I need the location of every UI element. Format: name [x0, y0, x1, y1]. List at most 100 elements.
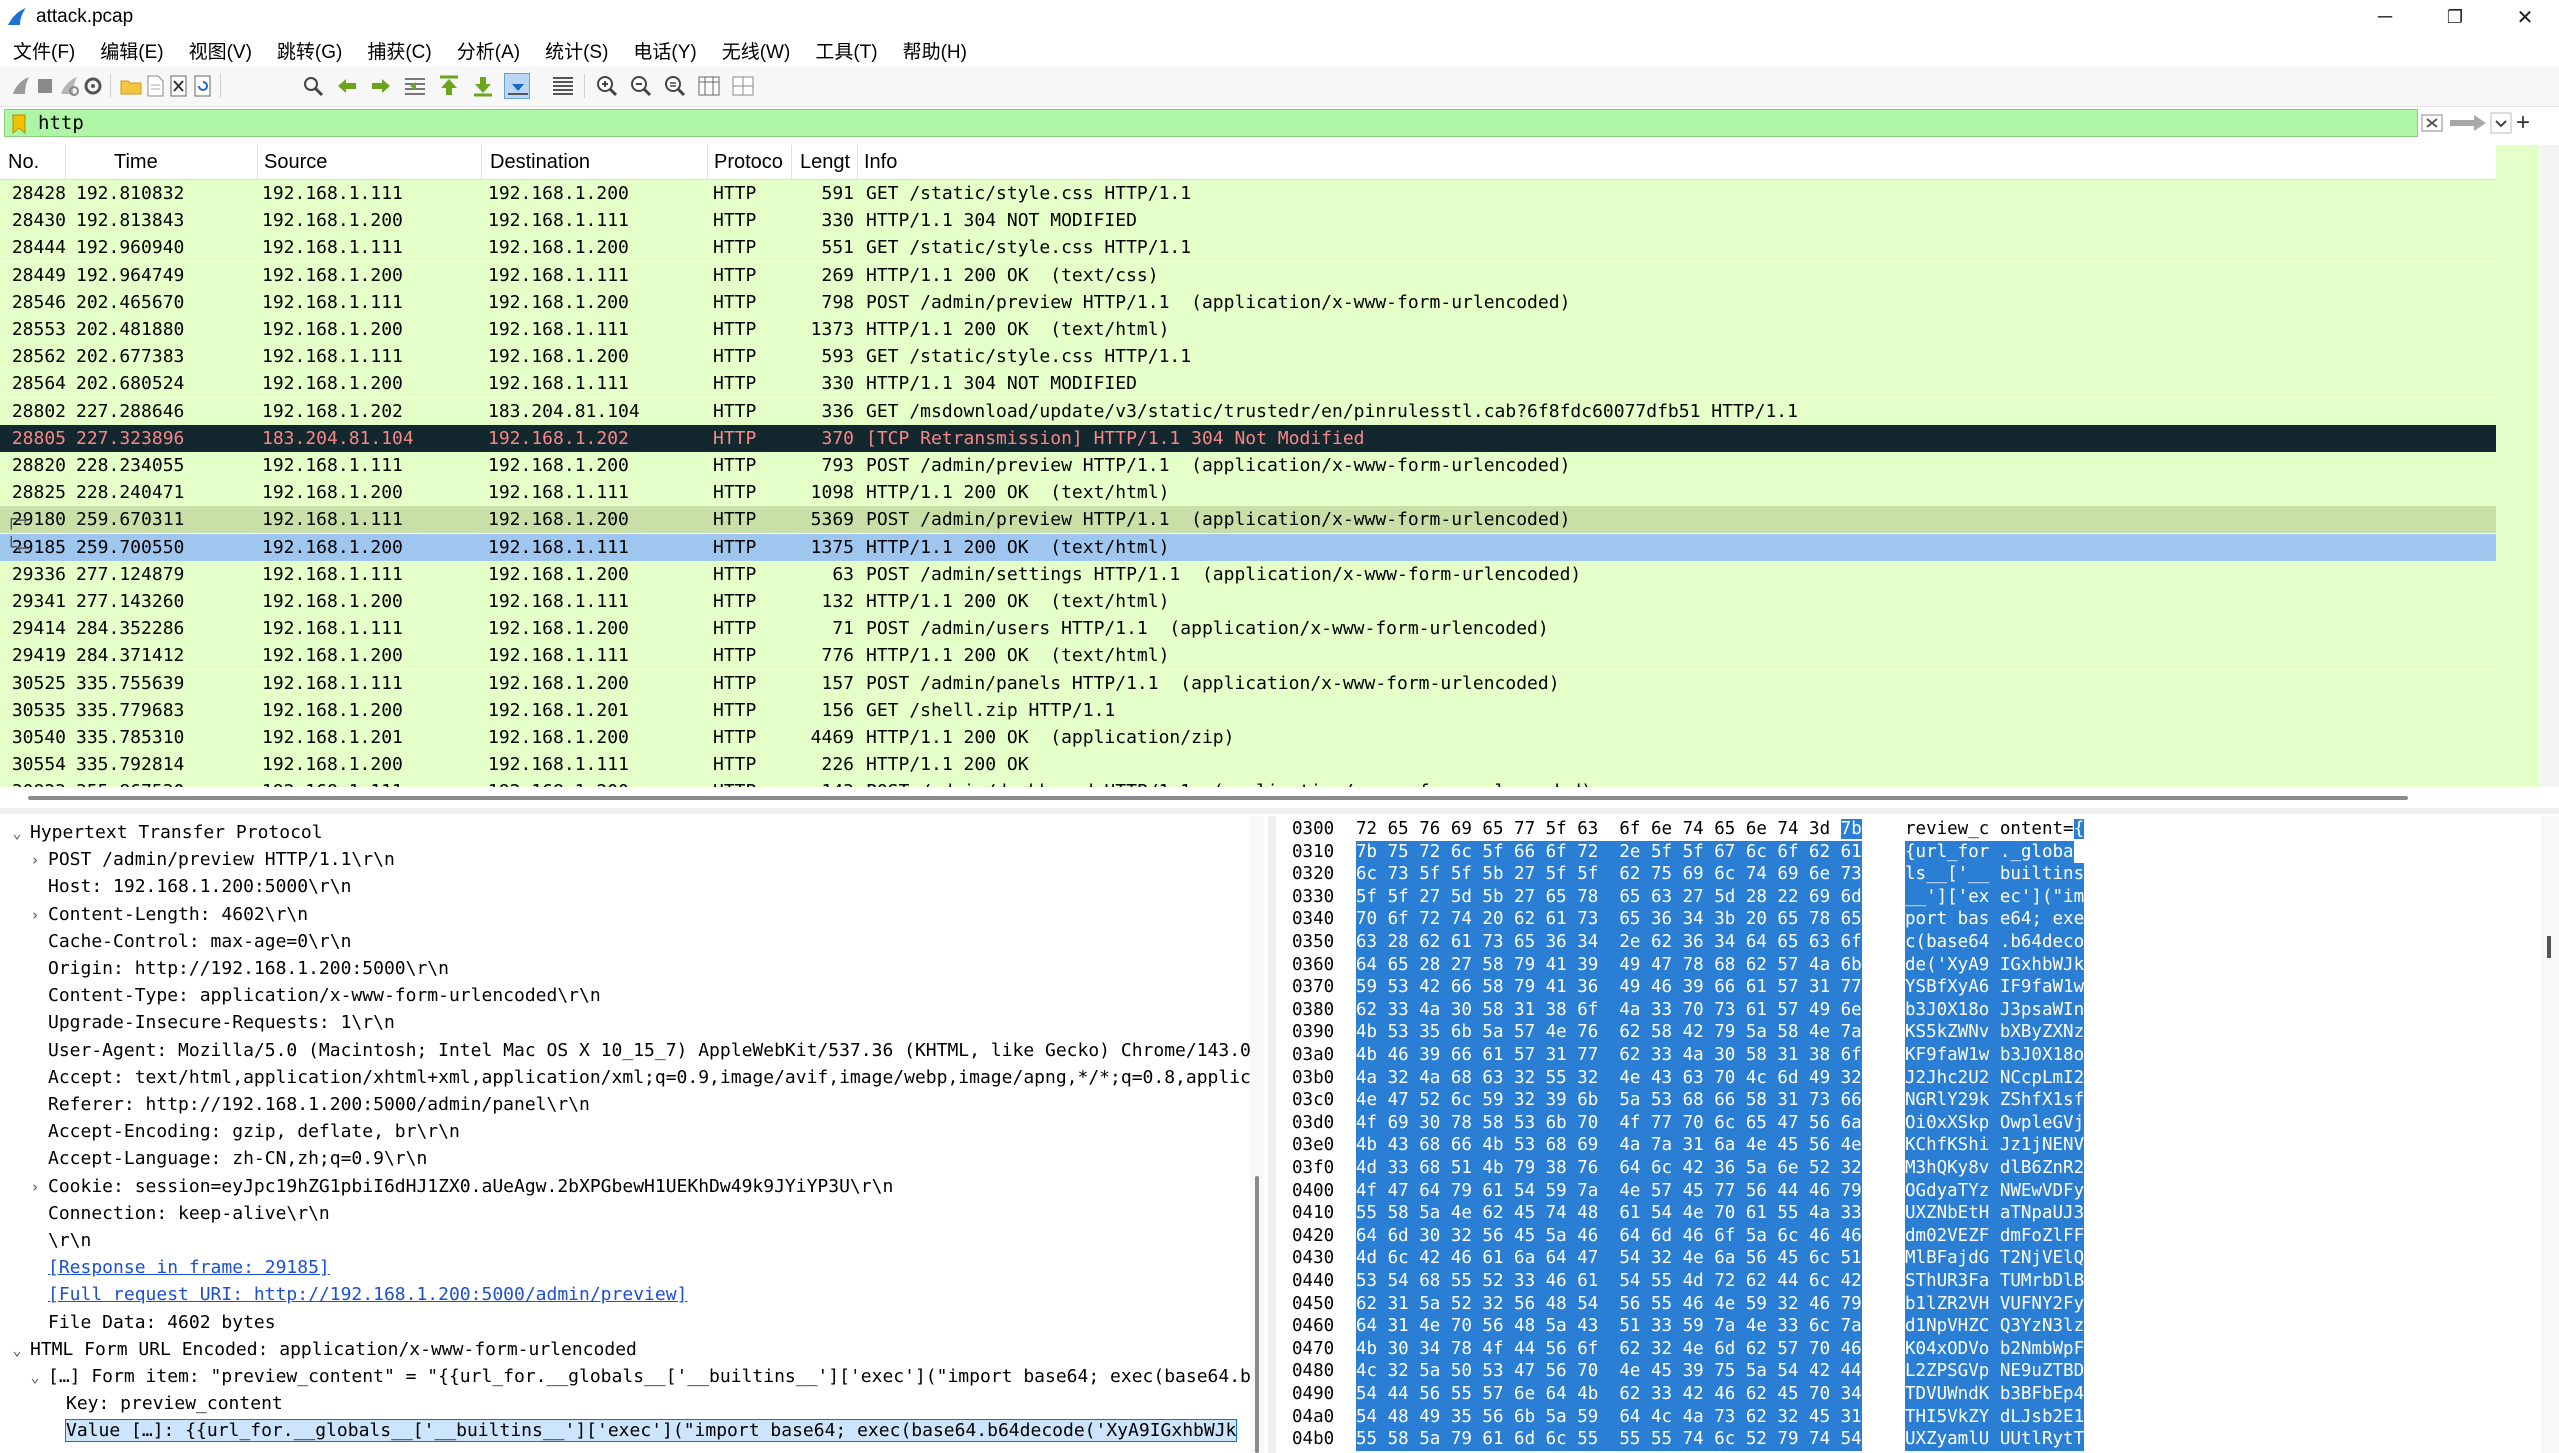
ascii-bytes[interactable]: TDVUWndK b3BFbEp4	[1905, 1383, 2085, 1406]
ascii-bytes[interactable]: M3hQKy8v dlB6ZnR2	[1905, 1157, 2085, 1180]
zoom-out-icon[interactable]	[628, 73, 654, 99]
hex-bytes[interactable]: 53 54 68 55 52 33 46 61 54 55 4d 72 62 4…	[1356, 1270, 1862, 1293]
detail-text[interactable]: [Full request URI: http://192.168.1.200:…	[48, 1284, 687, 1305]
ascii-bytes[interactable]: b3J0X18o J3psaWIn	[1905, 998, 2085, 1022]
colorize-icon[interactable]	[550, 73, 576, 99]
packet-row[interactable]: 29414 284.352286 192.168.1.111 192.168.1.20…	[0, 615, 2496, 643]
hex-row[interactable]: 0300 72 65 76 69 65 77 5f 63 6f 6e 74 65 …	[1278, 818, 2528, 841]
detail-line[interactable]: › Cookie: session=eyJpc19hZG1pbiI6dHJ1ZX0…	[26, 1173, 893, 1200]
hex-row[interactable]: 0420 64 6d 30 32 56 45 5a 46 64 6d 46 6f …	[1278, 1224, 2528, 1248]
hex-row[interactable]: 0390 4b 53 35 6b 5a 57 4e 76 62 58 42 79 …	[1278, 1021, 2528, 1044]
packet-row[interactable]: 29185 259.700550 192.168.1.200 192.168.1.11…	[0, 533, 2496, 561]
collapsed-chevron-icon[interactable]: ›	[26, 1174, 44, 1201]
expanded-chevron-icon[interactable]: ⌄	[26, 1364, 44, 1391]
hex-bytes[interactable]: 6c 73 5f 5f 5b 27 5f 5f 62 75 69 6c 74 6…	[1356, 863, 1862, 886]
packet-row[interactable]: 28825 228.240471 192.168.1.200 192.168.1.11…	[0, 479, 2496, 507]
open-file-icon[interactable]	[118, 73, 144, 99]
collapsed-chevron-icon[interactable]: ›	[26, 847, 44, 874]
detail-line[interactable]: ⌄ HTML Form URL Encoded: application/x-ww…	[8, 1336, 636, 1363]
zoom-normal-icon[interactable]	[662, 73, 688, 99]
hex-bytes[interactable]: 54 48 49 35 56 6b 5a 59 64 4c 4a 73 62 3…	[1356, 1405, 1862, 1429]
packet-details-pane[interactable]: ⌄ Hypertext Transfer Protocol › POST /admin…	[0, 816, 1250, 1453]
ascii-bytes[interactable]: {url_for ._globa	[1905, 840, 2074, 864]
ascii-bytes[interactable]: MlBFajdG T2NjVElQ	[1905, 1247, 2085, 1270]
close-button[interactable]: ✕	[2490, 0, 2559, 34]
find-packet-icon[interactable]	[300, 73, 326, 99]
clear-filter-icon[interactable]	[2420, 111, 2444, 135]
menu-edit[interactable]: 编辑(E)	[87, 37, 175, 64]
menu-statistics[interactable]: 统计(S)	[532, 37, 620, 64]
packet-row[interactable]: 28430 192.813843 192.168.1.200 192.168.1.11…	[0, 207, 2496, 235]
hex-row[interactable]: 03d0 4f 69 30 78 58 53 6b 70 4f 77 70 6c …	[1278, 1111, 2528, 1135]
packet-row[interactable]: 28562 202.677383 192.168.1.111 192.168.1.20…	[0, 343, 2496, 371]
ascii-bytes[interactable]: d1NpVHZC Q3YzN3lz	[1905, 1315, 2085, 1338]
hex-bytes[interactable]: 70 6f 72 74 20 62 61 73 65 36 34 3b 20 6…	[1356, 908, 1862, 931]
hex-row[interactable]: 0370 59 53 42 66 58 79 41 36 49 46 39 66 …	[1278, 976, 2528, 999]
hex-bytes[interactable]: 55 58 5a 79 61 6d 6c 55 55 55 74 6c 52 7…	[1356, 1428, 1862, 1451]
packet-row[interactable]: 30554 335.792814 192.168.1.200 192.168.1.11…	[0, 751, 2496, 779]
packet-list-hscrollbar[interactable]	[0, 790, 2496, 804]
hex-row[interactable]: 03c0 4e 47 52 6c 59 32 39 6b 5a 53 68 66 …	[1278, 1089, 2528, 1112]
hex-row[interactable]: 0330 5f 5f 27 5d 5b 27 65 78 65 63 27 5d …	[1278, 885, 2528, 909]
detail-line[interactable]: Upgrade-Insecure-Requests: 1\r\n	[26, 1009, 395, 1036]
hex-row[interactable]: 04a0 54 48 49 35 56 6b 5a 59 64 4c 4a 73 …	[1278, 1405, 2528, 1429]
detail-line[interactable]: Value […]: {{url_for.__globals__['__buil…	[44, 1417, 1238, 1444]
col-time[interactable]: Time	[106, 145, 258, 179]
ascii-bytes[interactable]: ls__['__ builtins	[1905, 863, 2085, 886]
hex-bytes[interactable]: 62 31 5a 52 32 56 48 54 56 55 46 4e 59 3…	[1356, 1292, 1862, 1316]
chevron-down-icon[interactable]	[2490, 111, 2512, 135]
hex-row[interactable]: 0340 70 6f 72 74 20 62 61 73 65 36 34 3b …	[1278, 908, 2528, 931]
hex-row[interactable]: 03e0 4b 43 68 66 4b 53 68 69 4a 7a 31 6a …	[1278, 1134, 2528, 1157]
hex-row[interactable]: 0470 4b 30 34 78 4f 44 56 6f 62 32 4e 6d …	[1278, 1337, 2528, 1361]
detail-line[interactable]: Origin: http://192.168.1.200:5000\r\n	[26, 955, 449, 982]
hex-row[interactable]: 0490 54 44 56 55 57 6e 64 4b 62 33 42 46 …	[1278, 1383, 2528, 1406]
minimize-button[interactable]: ─	[2350, 0, 2420, 34]
hex-bytes[interactable]: 4f 47 64 79 61 54 59 7a 4e 57 45 77 56 4…	[1356, 1179, 1862, 1203]
ascii-bytes[interactable]: review_c ontent={	[1905, 818, 2085, 841]
hex-bytes[interactable]: 4a 32 4a 68 63 32 55 32 4e 43 63 70 4c 6…	[1356, 1066, 1862, 1090]
detail-line[interactable]: › POST /admin/preview HTTP/1.1\r\n	[26, 846, 394, 874]
bytes-scrollbar[interactable]	[2541, 816, 2559, 1453]
packet-row[interactable]: 28802 227.288646 192.168.1.202 183.204.81.1…	[0, 397, 2496, 425]
hex-bytes[interactable]: 55 58 5a 4e 62 45 74 48 61 54 4e 70 61 5…	[1356, 1202, 1862, 1225]
hex-row[interactable]: 0360 64 65 28 27 58 79 41 39 49 47 78 68 …	[1278, 953, 2528, 977]
packet-row[interactable]: 28546 202.465670 192.168.1.111 192.168.1.20…	[0, 288, 2496, 316]
hex-bytes[interactable]: 4c 32 5a 50 53 47 56 70 4e 45 39 75 5a 5…	[1356, 1360, 1862, 1383]
menu-file[interactable]: 文件(F)	[0, 37, 87, 64]
packet-list-scrollbar[interactable]	[2541, 145, 2559, 787]
go-back-icon[interactable]	[334, 73, 360, 99]
packet-row[interactable]: 28444 192.960940 192.168.1.111 192.168.1.20…	[0, 234, 2496, 262]
details-scroll-thumb[interactable]	[1255, 1176, 1259, 1453]
ascii-bytes[interactable]: c(base64 .b64deco	[1905, 931, 2085, 954]
resize-layout-icon[interactable]	[730, 73, 756, 99]
add-filter-button[interactable]: +	[2516, 109, 2530, 137]
detail-line[interactable]: › Content-Length: 4602\r\n	[26, 901, 308, 928]
start-capture-icon[interactable]	[8, 73, 34, 99]
ascii-bytes[interactable]: OGdyaTYz NWEwVDFy	[1905, 1179, 2085, 1203]
ascii-bytes[interactable]: SThUR3Fa TUMrbDlB	[1905, 1270, 2085, 1293]
display-filter-input[interactable]: http	[4, 109, 2418, 137]
hex-bytes[interactable]: 64 31 4e 70 56 48 5a 43 51 33 59 7a 4e 3…	[1356, 1315, 1862, 1338]
packet-row[interactable]: 28564 202.680524 192.168.1.200 192.168.1.11…	[0, 370, 2496, 398]
hex-bytes[interactable]: 5f 5f 27 5d 5b 27 65 78 65 63 27 5d 28 2…	[1356, 885, 1862, 909]
ascii-bytes[interactable]: b1lZR2VH VUFNY2Fy	[1905, 1292, 2085, 1316]
bookmark-icon[interactable]	[12, 114, 26, 134]
hex-row[interactable]: 0480 4c 32 5a 50 53 47 56 70 4e 45 39 75 …	[1278, 1360, 2528, 1383]
apply-filter-icon[interactable]	[2448, 111, 2488, 135]
detail-line[interactable]: \r\n	[26, 1227, 91, 1254]
col-destination[interactable]: Destination	[482, 145, 708, 179]
ascii-bytes[interactable]: NGRlY29k ZShfX1sf	[1905, 1089, 2085, 1112]
expanded-chevron-icon[interactable]: ⌄	[8, 820, 26, 847]
packet-bytes-pane[interactable]: 0300 72 65 76 69 65 77 5f 63 6f 6e 74 65 …	[1278, 816, 2538, 1453]
hex-row[interactable]: 0440 53 54 68 55 52 33 46 61 54 55 4d 72 …	[1278, 1270, 2528, 1293]
hex-row[interactable]: 0450 62 31 5a 52 32 56 48 54 56 55 46 4e …	[1278, 1292, 2528, 1316]
go-to-packet-icon[interactable]	[402, 73, 428, 99]
packet-row[interactable]: 30823 355.867530 192.168.1.111 192.168.1.20…	[0, 778, 2496, 787]
detail-text[interactable]: [Response in frame: 29185]	[48, 1257, 330, 1278]
hex-row[interactable]: 0400 4f 47 64 79 61 54 59 7a 4e 57 45 77 …	[1278, 1179, 2528, 1203]
hex-bytes[interactable]: 7b 75 72 6c 5f 66 6f 72 2e 5f 5f 67 6c 6…	[1356, 840, 1862, 864]
hex-row[interactable]: 0320 6c 73 5f 5f 5b 27 5f 5f 62 75 69 6c …	[1278, 863, 2528, 886]
detail-line[interactable]: [Response in frame: 29185]	[26, 1254, 330, 1281]
hex-row[interactable]: 0310 7b 75 72 6c 5f 66 6f 72 2e 5f 5f 67 …	[1278, 840, 2528, 864]
hex-row[interactable]: 03a0 4b 46 39 66 61 57 31 77 62 33 4a 30 …	[1278, 1044, 2528, 1067]
